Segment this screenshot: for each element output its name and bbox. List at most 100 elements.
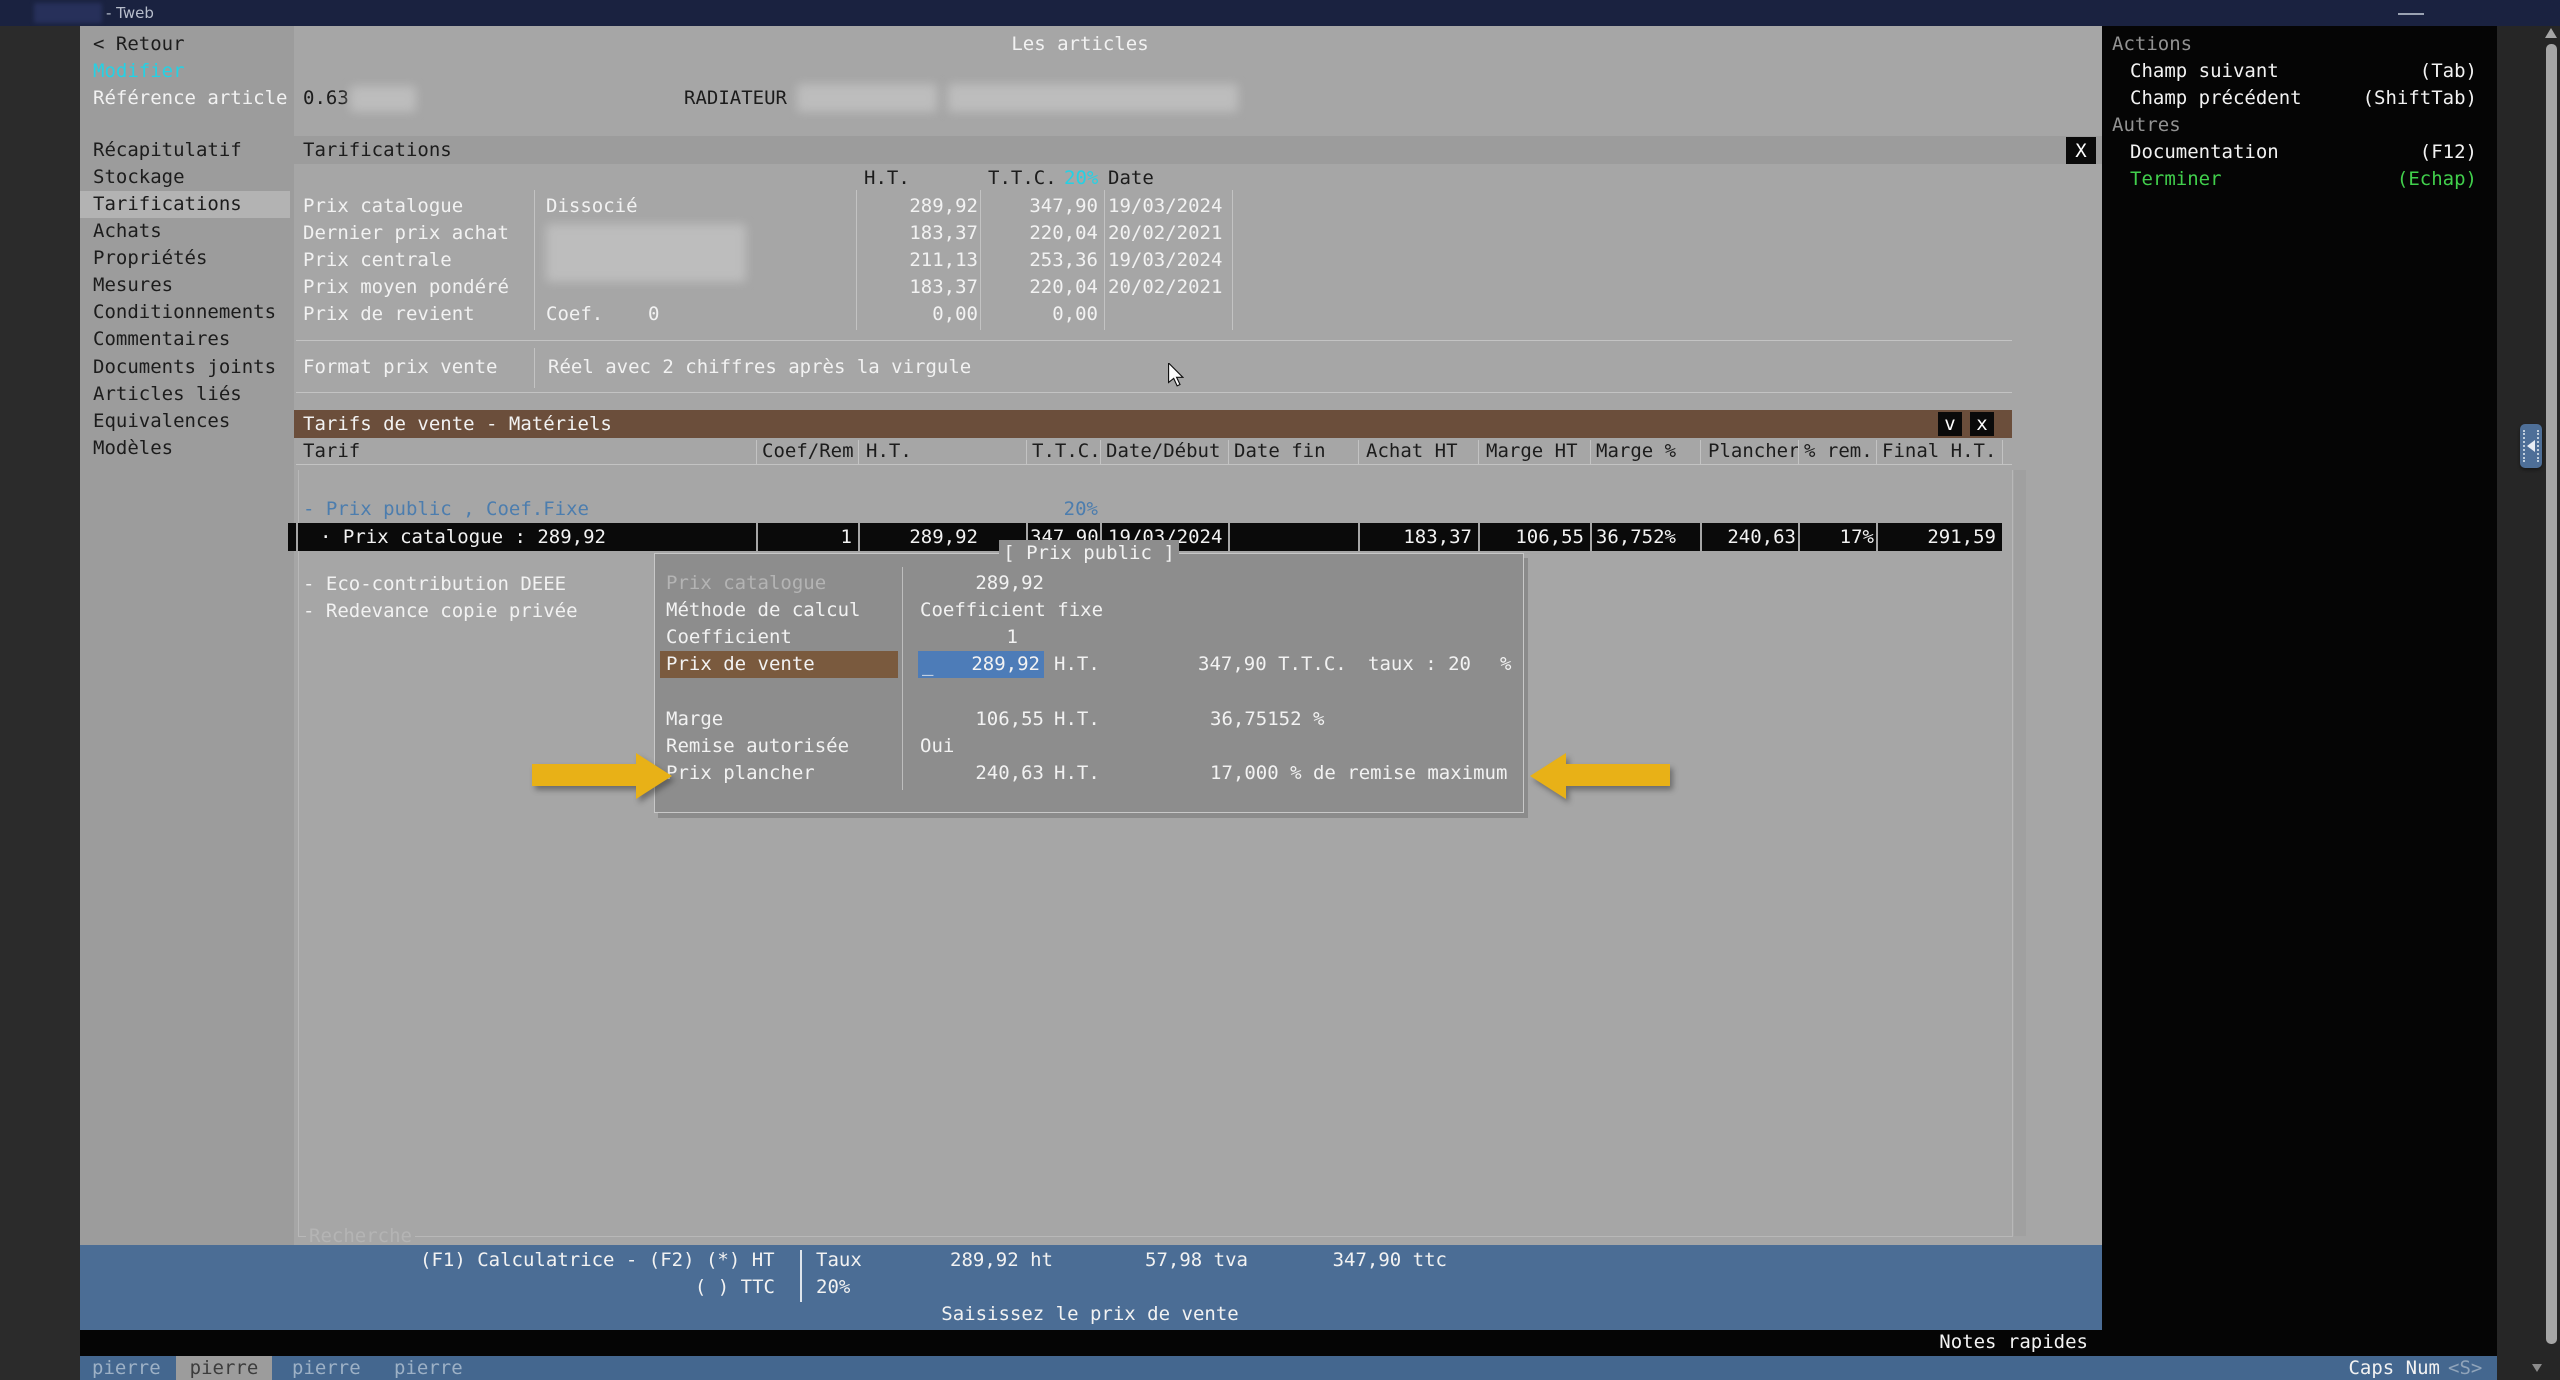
sidebar-item-conditionnements[interactable]: Conditionnements [93,299,276,326]
popup-coefficient-label: Coefficient [666,626,792,648]
row-label: Prix de revient [303,303,475,325]
tarifications-panel-title: Tarifications [303,139,452,161]
cell-ht: 289,92 [909,526,978,548]
popup-marge-pct: 36,75152 % [1210,708,1325,730]
tarif-group-row[interactable]: - Prix public , Coef.Fixe [303,496,589,523]
app-icon [10,3,73,49]
row-ht: 0,00 [932,303,978,325]
action-champ-suivant-key: (Tab) [2419,60,2477,82]
prix-vente-input[interactable]: _ 289,92 [918,651,1044,678]
row-ttc: 0,00 [1052,303,1098,325]
app-window: - Tweb < Retour Modifier Référence artic… [0,0,2560,1380]
cell-final-ht: 291,59 [1927,526,1996,548]
scroll-down-icon[interactable] [2532,1364,2542,1372]
row-ttc: 347,90 [1029,195,1098,217]
scroll-up-icon[interactable] [2545,28,2557,38]
table-scroll-track[interactable] [2014,470,2026,1236]
popup-marge-label: Marge [666,708,724,730]
caps-num-indicator: Caps Num [2348,1357,2440,1379]
taskbar-tab-4[interactable]: pierre [394,1356,463,1380]
modify-button[interactable]: Modifier [93,58,185,85]
tarif-row-eco[interactable]: - Eco-contribution DEEE [303,571,566,598]
popup-plancher-note: 17,000 % de remise maximum [1210,762,1508,784]
taskbar-tab-3[interactable]: pierre [292,1356,361,1380]
cell-separator [756,523,758,551]
sidebar-item-equivalences[interactable]: Equivalences [93,408,230,435]
minimize-button[interactable] [2398,13,2424,15]
sales-close-button[interactable]: x [1970,412,1994,436]
sidebar-item-recapitulatif[interactable]: Récapitulatif [93,137,242,164]
sidebar-item-documents-joints[interactable]: Documents joints [93,354,276,381]
redacted-ref-suffix [350,86,416,112]
cell-separator [1358,523,1360,551]
mouse-cursor-icon [1122,336,1185,422]
action-champ-suivant[interactable]: Champ suivant [2130,58,2279,85]
sidebar-item-proprietes[interactable]: Propriétés [93,245,207,272]
sales-header-tarif: Tarif [303,440,361,462]
format-prix-vente-value[interactable]: Réel avec 2 chiffres après la virgule [548,354,971,381]
row-date: 19/03/2024 [1108,195,1223,217]
row-date: 20/02/2021 [1108,276,1223,298]
popup-plancher-value: 240,63 [975,762,1044,784]
sidebar-item-tarifications[interactable]: Tarifications [93,191,242,218]
row-ht: 211,13 [909,249,978,271]
divider [756,440,757,464]
sidebar-item-articles-lies[interactable]: Articles liés [93,381,242,408]
row-ttc: 220,04 [1029,222,1098,244]
popup-coefficient-value[interactable]: 1 [920,624,1018,651]
calculator-toggle[interactable]: (F1) Calculatrice - (F2) (*) HT [420,1247,775,1274]
status-message: Saisissez le prix de vente [941,1303,1239,1325]
sales-header-ttc: T.T.C. [1032,440,1101,462]
row-coef: 0 [648,303,660,325]
cell-achat-ht: 183,37 [1403,526,1472,548]
article-name: RADIATEUR [684,87,787,109]
redacted-article-name-2 [948,84,1238,112]
popup-catalogue-value: 289,92 [975,572,1044,594]
right-annotation-arrow-icon [1530,753,1670,799]
side-panel-toggle[interactable] [2520,424,2542,468]
popup-vente-label: Prix de vente [666,653,815,675]
cell-marge-ht: 106,55 [1515,526,1584,548]
close-icon[interactable] [2520,4,2538,22]
row-label: Prix catalogue [303,195,464,217]
redacted-supplier [546,224,746,282]
action-champ-precedent[interactable]: Champ précédent [2130,85,2302,112]
action-terminer[interactable]: Terminer [2130,166,2222,193]
back-button[interactable]: < Retour [93,31,185,58]
sidebar-item-commentaires[interactable]: Commentaires [93,326,230,353]
scrollbar-thumb[interactable] [2546,44,2557,1344]
sidebar-item-achats[interactable]: Achats [93,218,162,245]
tarif-row-redevance[interactable]: - Redevance copie privée [303,598,578,625]
status-ttc-value: 347,90 ttc [1332,1249,1447,1271]
window-title: - Tweb [106,4,154,22]
sidebar-item-stockage[interactable]: Stockage [93,164,185,191]
cell-separator [2002,523,2005,551]
sidebar-item-modeles[interactable]: Modèles [93,435,173,462]
divider [1798,440,1799,464]
sales-header-marge-ht: Marge HT [1486,440,1578,462]
ttc-toggle[interactable]: ( ) TTC [600,1274,775,1301]
divider [858,440,859,464]
actions-title: Actions [2112,33,2193,55]
popup-methode-value[interactable]: Coefficient fixe [920,597,1103,624]
popup-vente-unit: H.T. [1054,653,1100,675]
row-date: 19/03/2024 [1108,249,1223,271]
action-documentation[interactable]: Documentation [2130,139,2279,166]
sidebar-item-mesures[interactable]: Mesures [93,272,173,299]
restore-icon[interactable] [2460,4,2524,49]
popup-marge-value: 106,55 [975,708,1044,730]
divider [1100,440,1101,464]
sales-header-date-fin: Date fin [1234,440,1326,462]
row-ht: 183,37 [909,276,978,298]
tarifications-close-button[interactable]: X [2066,137,2096,164]
ref-article-value[interactable]: 0.63 [303,85,349,112]
actions-panel [2102,26,2497,1356]
taskbar-tab-1[interactable]: pierre [92,1356,161,1380]
popup-vente-ttc: 347,90 T.T.C. [1198,653,1347,675]
row-date: 20/02/2021 [1108,222,1223,244]
taskbar-tab-2-active[interactable]: pierre [176,1356,272,1380]
notes-rapides-button[interactable]: Notes rapides [1800,1329,2088,1356]
popup-remise-value[interactable]: Oui [920,733,954,760]
sales-expand-button[interactable]: v [1938,412,1962,436]
popup-catalogue-label: Prix catalogue [666,572,827,594]
